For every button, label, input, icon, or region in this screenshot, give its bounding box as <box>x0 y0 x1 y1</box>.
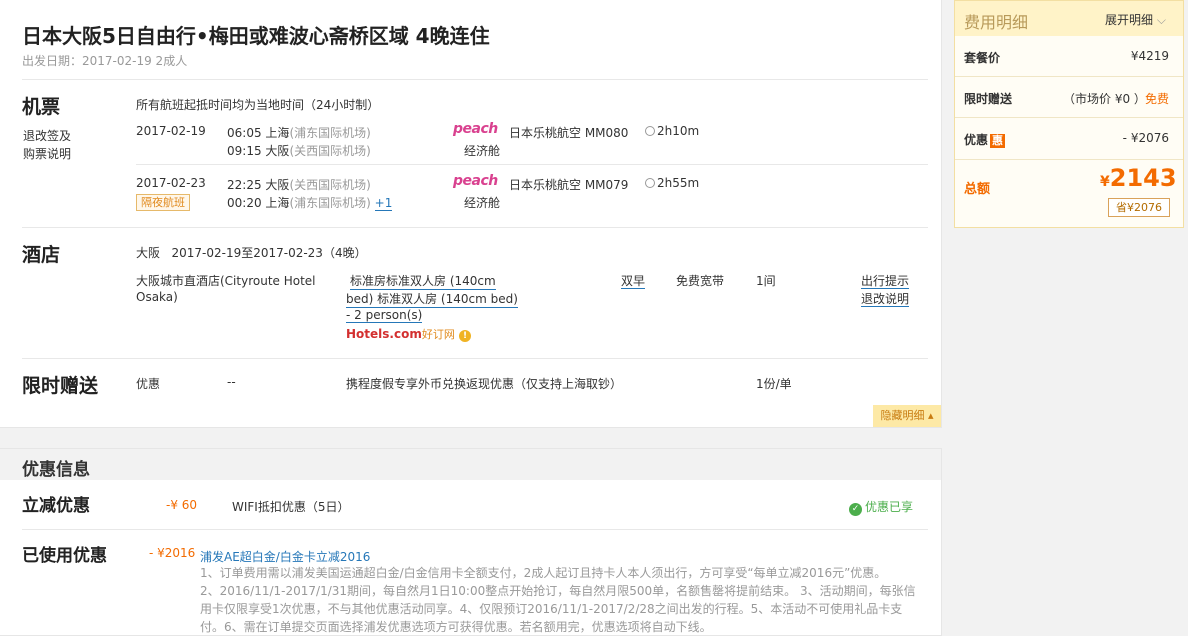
discount-row: 优惠惠 - ¥2076 <box>955 118 1183 160</box>
instant-discount-label: 立减优惠 <box>22 496 90 516</box>
package-price-label: 套餐价 <box>964 51 1001 65</box>
promotions-card: 优惠信息 立减优惠 -¥ 60 WIFI抵扣优惠（5日） ✓ 优惠已享 已使用优惠… <box>0 448 942 636</box>
peach-airline-logo: peach <box>453 173 498 189</box>
instant-discount-desc: WIFI抵扣优惠（5日） <box>232 500 350 514</box>
gift-description: 携程度假专享外币兑换返现优惠（仅支持上海取钞） <box>346 377 623 391</box>
package-price-row: 套餐价 ¥4219 <box>955 36 1183 77</box>
hotels-com-logo: Hotels.com好订网 ! <box>346 326 472 342</box>
fee-panel-header: 费用明细 展开明细 ⌵ <box>955 1 1183 36</box>
total-amount: ¥2143 <box>1100 164 1177 192</box>
expand-details-link[interactable]: 展开明细 ⌵ <box>1105 11 1166 28</box>
gift-dash: -- <box>227 375 236 389</box>
divider <box>136 164 928 165</box>
used-discount-amount: - ¥2016 <box>149 546 196 560</box>
clock-icon <box>645 178 655 188</box>
cabin-class: 经济舱 <box>464 144 501 158</box>
clock-icon <box>645 126 655 136</box>
flight-number: 日本乐桃航空 MM080 <box>509 126 629 140</box>
gift-market-price: （市场价 ¥0 ） <box>1063 92 1146 106</box>
refund-change-link[interactable]: 退改签及 <box>23 127 71 144</box>
package-price-value: ¥4219 <box>1130 49 1169 63</box>
flights-section-title: 机票 <box>22 96 61 118</box>
discount-applied-status: ✓ 优惠已享 <box>849 498 913 516</box>
flight-duration: 2h55m <box>645 176 699 190</box>
next-day-indicator[interactable]: +1 <box>374 196 393 211</box>
hotel-stay: 大阪 2017-02-19至2017-02-23（4晚） <box>136 246 367 260</box>
flight-date: 2017-02-23 <box>136 176 206 190</box>
room-count: 1间 <box>756 274 776 288</box>
promotions-title: 优惠信息 <box>22 460 90 480</box>
room-type-link-cont[interactable]: bed) 标准双人房 (140cm bed) <box>346 290 518 308</box>
cabin-class: 经济舱 <box>464 196 501 210</box>
gift-section-title: 限时赠送 <box>22 375 99 397</box>
hotel-section-title: 酒店 <box>22 244 61 266</box>
divider <box>22 79 928 80</box>
divider <box>22 529 928 530</box>
gift-fee-value: 免费 <box>1144 92 1169 106</box>
promotions-header: 优惠信息 <box>0 449 941 480</box>
flight-arrival: 09:15 大阪(关西国际机场) <box>227 144 371 158</box>
breakfast-link[interactable]: 双早 <box>621 272 646 289</box>
ticket-notes-link[interactable]: 购票说明 <box>23 145 71 162</box>
divider <box>22 227 928 228</box>
departure-info: 出发日期：2017-02-19 2成人 <box>22 54 188 68</box>
gift-fee-label: 限时赠送 <box>964 92 1013 106</box>
flight-duration: 2h10m <box>645 124 699 138</box>
flight-arrival: 00:20 上海(浦东国际机场) +1 <box>227 196 393 211</box>
fee-detail-panel: 费用明细 展开明细 ⌵ 套餐价 ¥4219 限时赠送 （市场价 ¥0 ） 免费 … <box>954 0 1184 228</box>
flight-time-note: 所有航班起抵时间均为当地时间（24小时制） <box>136 98 380 112</box>
page-title: 日本大阪5日自由行•梅田或难波心斋桥区域 4晚连住 <box>22 24 490 48</box>
room-occupancy-link[interactable]: - 2 person(s) <box>346 308 423 323</box>
caret-up-icon: ▴ <box>927 409 934 422</box>
hotel-name-cont: Osaka) <box>136 290 178 304</box>
used-discount-terms-4: 付。6、需在订单提交页面选择浦发优惠选项方可获得优惠。若名额用完，优惠选项将自动… <box>200 620 712 634</box>
flight-date: 2017-02-19 <box>136 124 206 138</box>
hotel-name: 大阪城市直酒店(Cityroute Hotel <box>136 274 316 288</box>
total-label: 总额 <box>964 182 991 197</box>
instant-discount-amount: -¥ 60 <box>166 498 198 512</box>
gift-type: 优惠 <box>136 377 161 391</box>
used-discount-terms-3: 用卡仅限享受1次优惠，不与其他优惠活动同享。4、仅限预订2016/11/1-20… <box>200 602 903 616</box>
discount-value: - ¥2076 <box>1122 131 1169 145</box>
used-discount-terms-1: 1、订单费用需以浦发美国运通超白金/白金信用卡全额支付，2成人起订且持卡人本人须… <box>200 566 887 580</box>
used-discount-terms-2: 2、2016/11/1-2017/1/31期间，每自然月1日10:00整点开始抢… <box>200 584 916 598</box>
discount-label: 优惠惠 <box>964 133 1006 148</box>
hide-details-button[interactable]: 隐藏明细 ▴ <box>873 405 941 427</box>
peach-airline-logo: peach <box>453 121 498 137</box>
gift-quantity: 1份/单 <box>756 377 792 391</box>
package-detail-card: 日本大阪5日自由行•梅田或难波心斋桥区域 4晚连住 出发日期：2017-02-1… <box>0 0 942 428</box>
cancel-policy-link[interactable]: 退改说明 <box>861 290 910 307</box>
used-discount-title: 浦发AE超白金/白金卡立减2016 <box>200 550 371 564</box>
savings-badge: 省¥2076 <box>1108 198 1170 217</box>
overnight-badge: 隔夜航班 <box>136 194 190 211</box>
flight-departure: 22:25 大阪(关西国际机场) <box>227 178 371 192</box>
travel-tips-link[interactable]: 出行提示 <box>861 272 910 289</box>
info-icon[interactable]: ! <box>459 330 472 342</box>
flight-departure: 06:05 上海(浦东国际机场) <box>227 126 371 140</box>
gift-fee-row: 限时赠送 （市场价 ¥0 ） 免费 <box>955 77 1183 118</box>
wifi-info: 免费宽带 <box>676 274 725 288</box>
fee-panel-title: 费用明细 <box>964 13 1029 32</box>
check-icon: ✓ <box>849 503 862 516</box>
chevron-down-icon: ⌵ <box>1156 13 1166 27</box>
divider <box>22 358 928 359</box>
room-type-link[interactable]: 标准房标准双人房 (140cm <box>346 272 496 290</box>
used-discount-label: 已使用优惠 <box>22 546 107 566</box>
flight-number: 日本乐桃航空 MM079 <box>509 178 629 192</box>
discount-badge: 惠 <box>990 134 1006 148</box>
